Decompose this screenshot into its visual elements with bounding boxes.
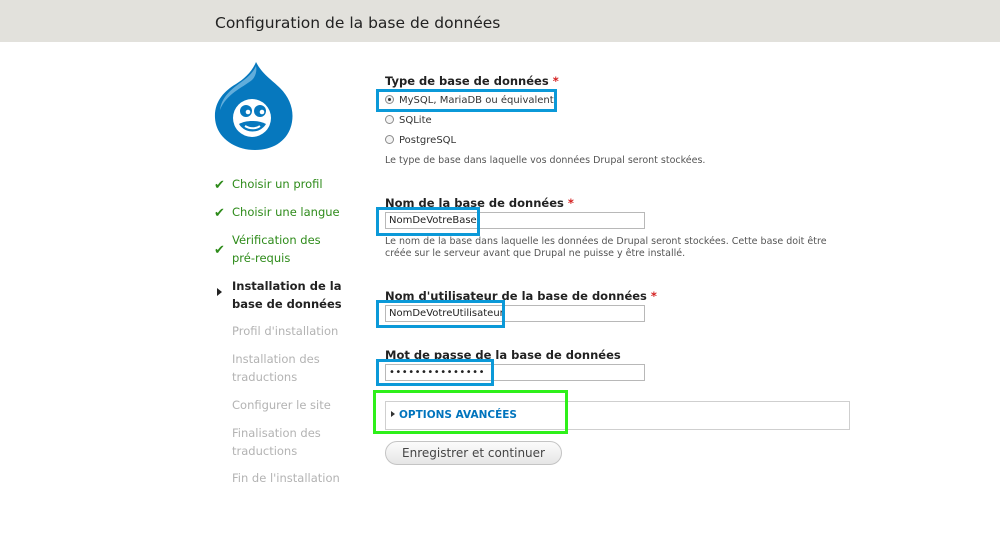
radio-icon[interactable]	[385, 135, 394, 144]
page-header: Configuration de la base de données	[0, 0, 1000, 42]
check-icon: ✔	[214, 206, 225, 221]
page-title: Configuration de la base de données	[215, 14, 501, 32]
step-database: Installation de la base de données	[214, 278, 374, 313]
step-choose-language: ✔ Choisir une langue	[214, 204, 340, 222]
radio-sqlite[interactable]: SQLite	[385, 115, 432, 126]
drupal-logo	[214, 62, 293, 150]
check-icon: ✔	[214, 178, 225, 193]
highlight-db-name	[376, 207, 480, 236]
step-label: Fin de l'installation	[232, 471, 340, 485]
step-label: Profil d'installation	[232, 324, 339, 338]
step-requirements: ✔ Vérification des pré-requis	[214, 232, 332, 267]
arrow-right-icon	[217, 288, 222, 296]
highlight-advanced-options	[373, 390, 568, 434]
step-label: Choisir un profil	[232, 177, 323, 191]
highlight-db-user	[376, 300, 505, 328]
check-icon: ✔	[214, 243, 225, 258]
step-label: Installation de la base de données	[232, 279, 342, 311]
step-configure-site: Configurer le site	[214, 397, 331, 415]
db-name-description: Le nom de la base dans laquelle les donn…	[385, 236, 827, 259]
step-finalize-translations: Finalisation des traductions	[214, 425, 332, 460]
step-label: Installation des traductions	[232, 352, 320, 384]
step-translations: Installation des traductions	[214, 351, 332, 386]
step-label: Choisir une langue	[232, 205, 340, 219]
highlight-db-pass	[376, 359, 494, 386]
radio-icon[interactable]	[385, 115, 394, 124]
step-finish: Fin de l'installation	[214, 470, 340, 488]
db-type-description: Le type de base dans laquelle vos donnée…	[385, 155, 706, 166]
step-profile-install: Profil d'installation	[214, 323, 338, 341]
step-label: Configurer le site	[232, 398, 331, 412]
db-type-label: Type de base de données *	[385, 74, 559, 88]
step-choose-profile: ✔ Choisir un profil	[214, 176, 323, 194]
radio-postgresql[interactable]: PostgreSQL	[385, 135, 456, 146]
step-label: Finalisation des traductions	[232, 426, 321, 458]
save-continue-button[interactable]: Enregistrer et continuer	[385, 441, 562, 465]
step-label: Vérification des pré-requis	[232, 233, 321, 265]
highlight-db-type	[376, 89, 557, 112]
